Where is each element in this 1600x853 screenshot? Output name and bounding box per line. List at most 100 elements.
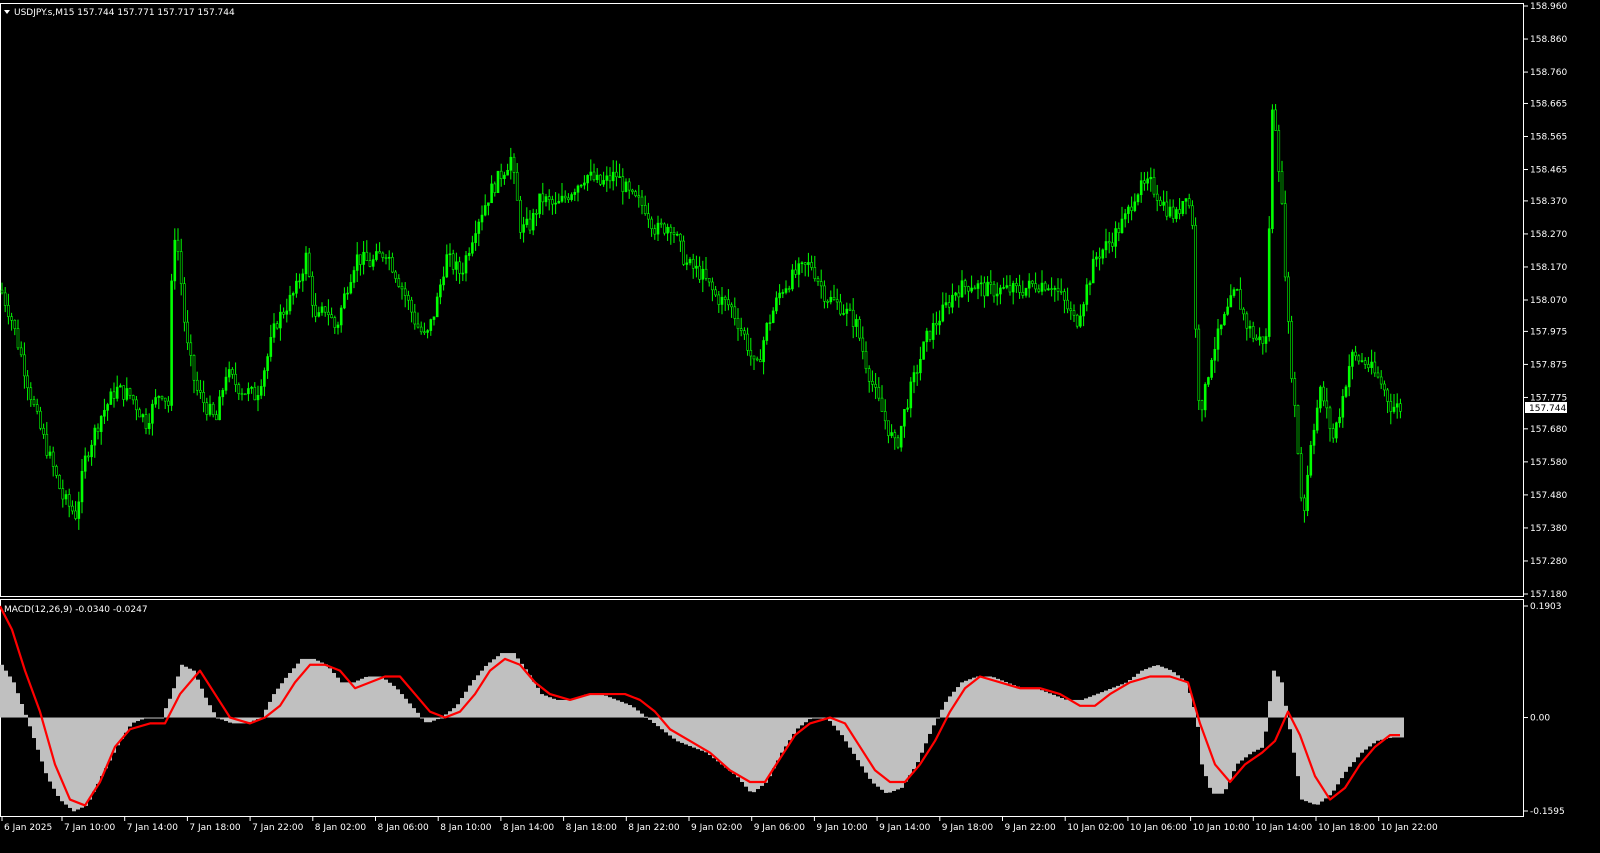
histogram-bar — [428, 717, 432, 723]
histogram-bar — [72, 717, 76, 812]
histogram-bar — [880, 717, 884, 790]
candle-body — [1213, 349, 1217, 361]
histogram-bar — [1036, 688, 1040, 718]
candle-body — [807, 262, 810, 265]
candle-body — [1056, 287, 1060, 292]
histogram-bar — [16, 693, 20, 718]
candle-body — [333, 317, 337, 328]
candle-body — [1168, 206, 1172, 217]
candle-body — [263, 370, 266, 387]
histogram-bar — [148, 717, 152, 719]
candle-body — [413, 311, 417, 325]
candle-body — [391, 257, 394, 273]
histogram-bar — [96, 717, 100, 784]
candle-body — [448, 253, 452, 256]
histogram-bar — [384, 679, 388, 718]
price-tick-label: 158.170 — [1530, 263, 1567, 273]
price-tick-label: 157.775 — [1530, 393, 1567, 403]
candle-body — [797, 263, 801, 275]
candle-body — [400, 286, 404, 290]
histogram-bar — [1052, 694, 1056, 718]
histogram-bar — [132, 717, 136, 723]
candle-body — [826, 301, 829, 303]
histogram-bar — [400, 694, 404, 718]
candle-body — [368, 260, 372, 267]
candle-body — [499, 170, 503, 179]
candle-body — [883, 411, 887, 422]
price-tick-label: 157.180 — [1530, 590, 1567, 600]
histogram-bar — [1000, 680, 1004, 718]
histogram-bar — [588, 694, 592, 718]
time-tick-label: 7 Jan 22:00 — [252, 823, 304, 833]
candle-body — [650, 218, 653, 229]
candle-body — [877, 386, 881, 399]
histogram-bar — [1260, 717, 1264, 748]
histogram-bar — [1028, 688, 1032, 718]
candle-body — [19, 347, 23, 356]
candle-body — [1011, 283, 1015, 293]
candle-body — [314, 304, 317, 317]
candle-body — [711, 281, 714, 291]
histogram-bar — [416, 712, 420, 718]
candle-body — [173, 239, 177, 282]
candle-body — [858, 319, 861, 339]
time-tick-label: 7 Jan 18:00 — [189, 823, 241, 833]
histogram-bar — [1328, 717, 1332, 796]
candle-body — [759, 359, 762, 363]
histogram-bar — [732, 717, 736, 774]
candle-body — [733, 306, 737, 319]
candle-body — [861, 337, 865, 352]
price-tick-label: 158.760 — [1530, 68, 1567, 78]
candle-body — [429, 319, 433, 331]
histogram-bar — [1324, 717, 1328, 799]
candle-body — [605, 175, 609, 181]
candle-body — [1194, 225, 1197, 330]
candle-body — [1171, 206, 1175, 219]
time-tick-label: 8 Jan 18:00 — [566, 823, 618, 833]
price-tick-label: 158.465 — [1530, 166, 1567, 176]
candle-body — [1360, 360, 1364, 362]
candle-body — [1139, 180, 1143, 196]
histogram-bar — [156, 717, 160, 719]
candle-body — [608, 175, 612, 182]
trading-chart[interactable]: 158.960 158.860 158.760 158.665 158.565 158.4… — [0, 0, 1600, 853]
histogram-bar — [800, 717, 804, 726]
candle-body — [1059, 290, 1063, 293]
candle-body — [855, 319, 858, 327]
candle-body — [791, 269, 794, 290]
candle-body — [490, 183, 493, 204]
histogram-bar — [92, 717, 96, 792]
candle-body — [1309, 445, 1313, 476]
histogram-bar — [320, 662, 324, 718]
histogram-bar — [20, 704, 24, 718]
candle-body — [1392, 406, 1396, 412]
candle-body — [672, 232, 676, 235]
histogram-bar — [224, 717, 228, 722]
candle-body — [1248, 326, 1252, 329]
candle-body — [416, 323, 420, 328]
histogram-bar — [376, 676, 380, 718]
histogram-bar — [396, 689, 400, 718]
histogram-bar — [940, 709, 944, 718]
candle-body — [909, 381, 913, 409]
candle-body — [1351, 351, 1354, 367]
candle-body — [784, 288, 788, 293]
candle-body — [1120, 218, 1124, 233]
histogram-bar — [12, 682, 16, 718]
histogram-bar — [672, 717, 676, 739]
candle-body — [275, 323, 279, 329]
candle-body — [381, 252, 385, 258]
histogram-bar — [580, 696, 584, 718]
candle-body — [115, 386, 119, 399]
histogram-bar — [1220, 717, 1224, 794]
candle-body — [1146, 178, 1149, 184]
candle-body — [202, 392, 205, 403]
candle-body — [730, 304, 733, 308]
histogram-bar — [792, 717, 796, 734]
candle-body — [467, 252, 471, 256]
histogram-bar — [864, 717, 868, 773]
histogram-bar — [324, 664, 328, 718]
histogram-bar — [1056, 696, 1060, 718]
candle-body — [554, 202, 557, 205]
histogram-bar — [520, 663, 524, 718]
